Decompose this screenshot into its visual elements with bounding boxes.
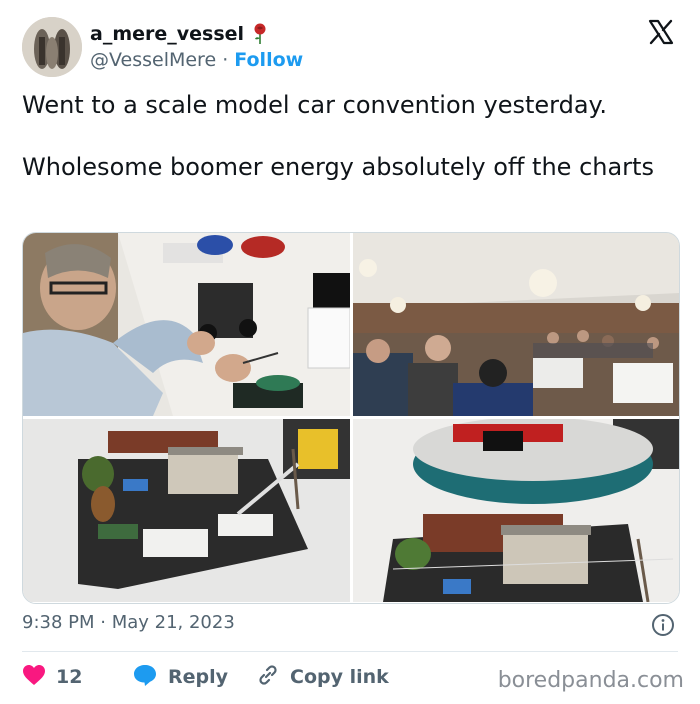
divider xyxy=(22,651,678,652)
tweet-text: Went to a scale model car convention yes… xyxy=(22,91,654,181)
copy-link-label: Copy link xyxy=(290,666,389,688)
photo-diorama-utility-trucks[interactable] xyxy=(23,419,350,602)
tweet-header: a_mere_vessel @VesselMere · Follow xyxy=(22,17,682,81)
link-icon xyxy=(256,663,280,691)
photo-convention-hall-crowd[interactable] xyxy=(353,233,679,416)
action-bar: 12 Reply Copy link xyxy=(22,662,389,692)
like-button[interactable]: 12 xyxy=(22,664,132,690)
handle-row: @VesselMere · Follow xyxy=(90,49,303,71)
user-block: a_mere_vessel @VesselMere · Follow xyxy=(90,21,303,71)
display-name[interactable]: a_mere_vessel xyxy=(90,23,244,45)
photo-man-painting-model-car[interactable] xyxy=(23,233,350,416)
handle[interactable]: @VesselMere xyxy=(90,49,216,71)
copy-link-button[interactable]: Copy link xyxy=(256,663,389,691)
reply-label: Reply xyxy=(168,666,229,688)
media-grid xyxy=(22,232,680,604)
heart-icon xyxy=(22,664,46,690)
separator: · xyxy=(222,49,229,71)
info-icon[interactable] xyxy=(651,613,675,637)
like-count: 12 xyxy=(56,666,83,688)
x-logo-icon[interactable] xyxy=(648,19,674,45)
timestamp[interactable]: 9:38 PM · May 21, 2023 xyxy=(22,612,235,633)
reply-button[interactable]: Reply xyxy=(132,663,256,691)
watermark: boredpanda.com xyxy=(497,668,684,693)
rose-icon xyxy=(252,23,268,45)
avatar[interactable] xyxy=(22,17,82,77)
reply-bubble-icon xyxy=(132,663,158,691)
follow-button[interactable]: Follow xyxy=(234,49,303,71)
photo-diorama-railcar-shed[interactable] xyxy=(353,419,679,602)
